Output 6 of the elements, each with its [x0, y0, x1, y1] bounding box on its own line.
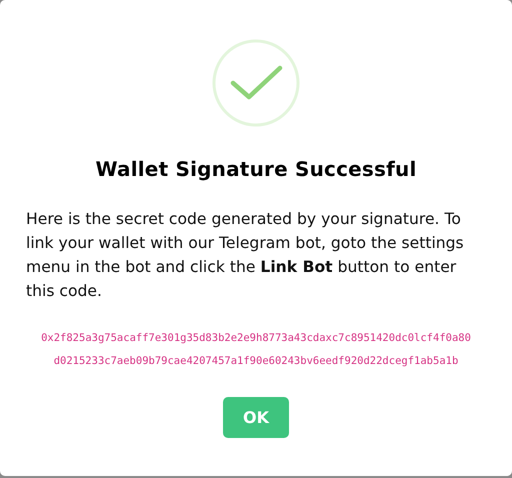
ok-button[interactable]: OK: [223, 397, 289, 438]
secret-code-line: d0215233c7aeb09b79cae4207457a1f90e60243bv6eedf920d22dcegf1ab5a1b: [54, 354, 458, 369]
check-icon: [212, 39, 300, 127]
dialog-title: Wallet Signature Successful: [95, 157, 417, 181]
secret-code-line: 0x2f825a3g75acaff7e301g35d83b2e2e9h8773a43cdaxc7c8951420dc0lcf4f0a80: [41, 331, 471, 346]
dialog-message: Here is the secret code generated by your signature. To link your wallet with our Telegram bot, goto the settings menu in the bot and click the Link Bot button to enter this code.: [26, 209, 465, 302]
